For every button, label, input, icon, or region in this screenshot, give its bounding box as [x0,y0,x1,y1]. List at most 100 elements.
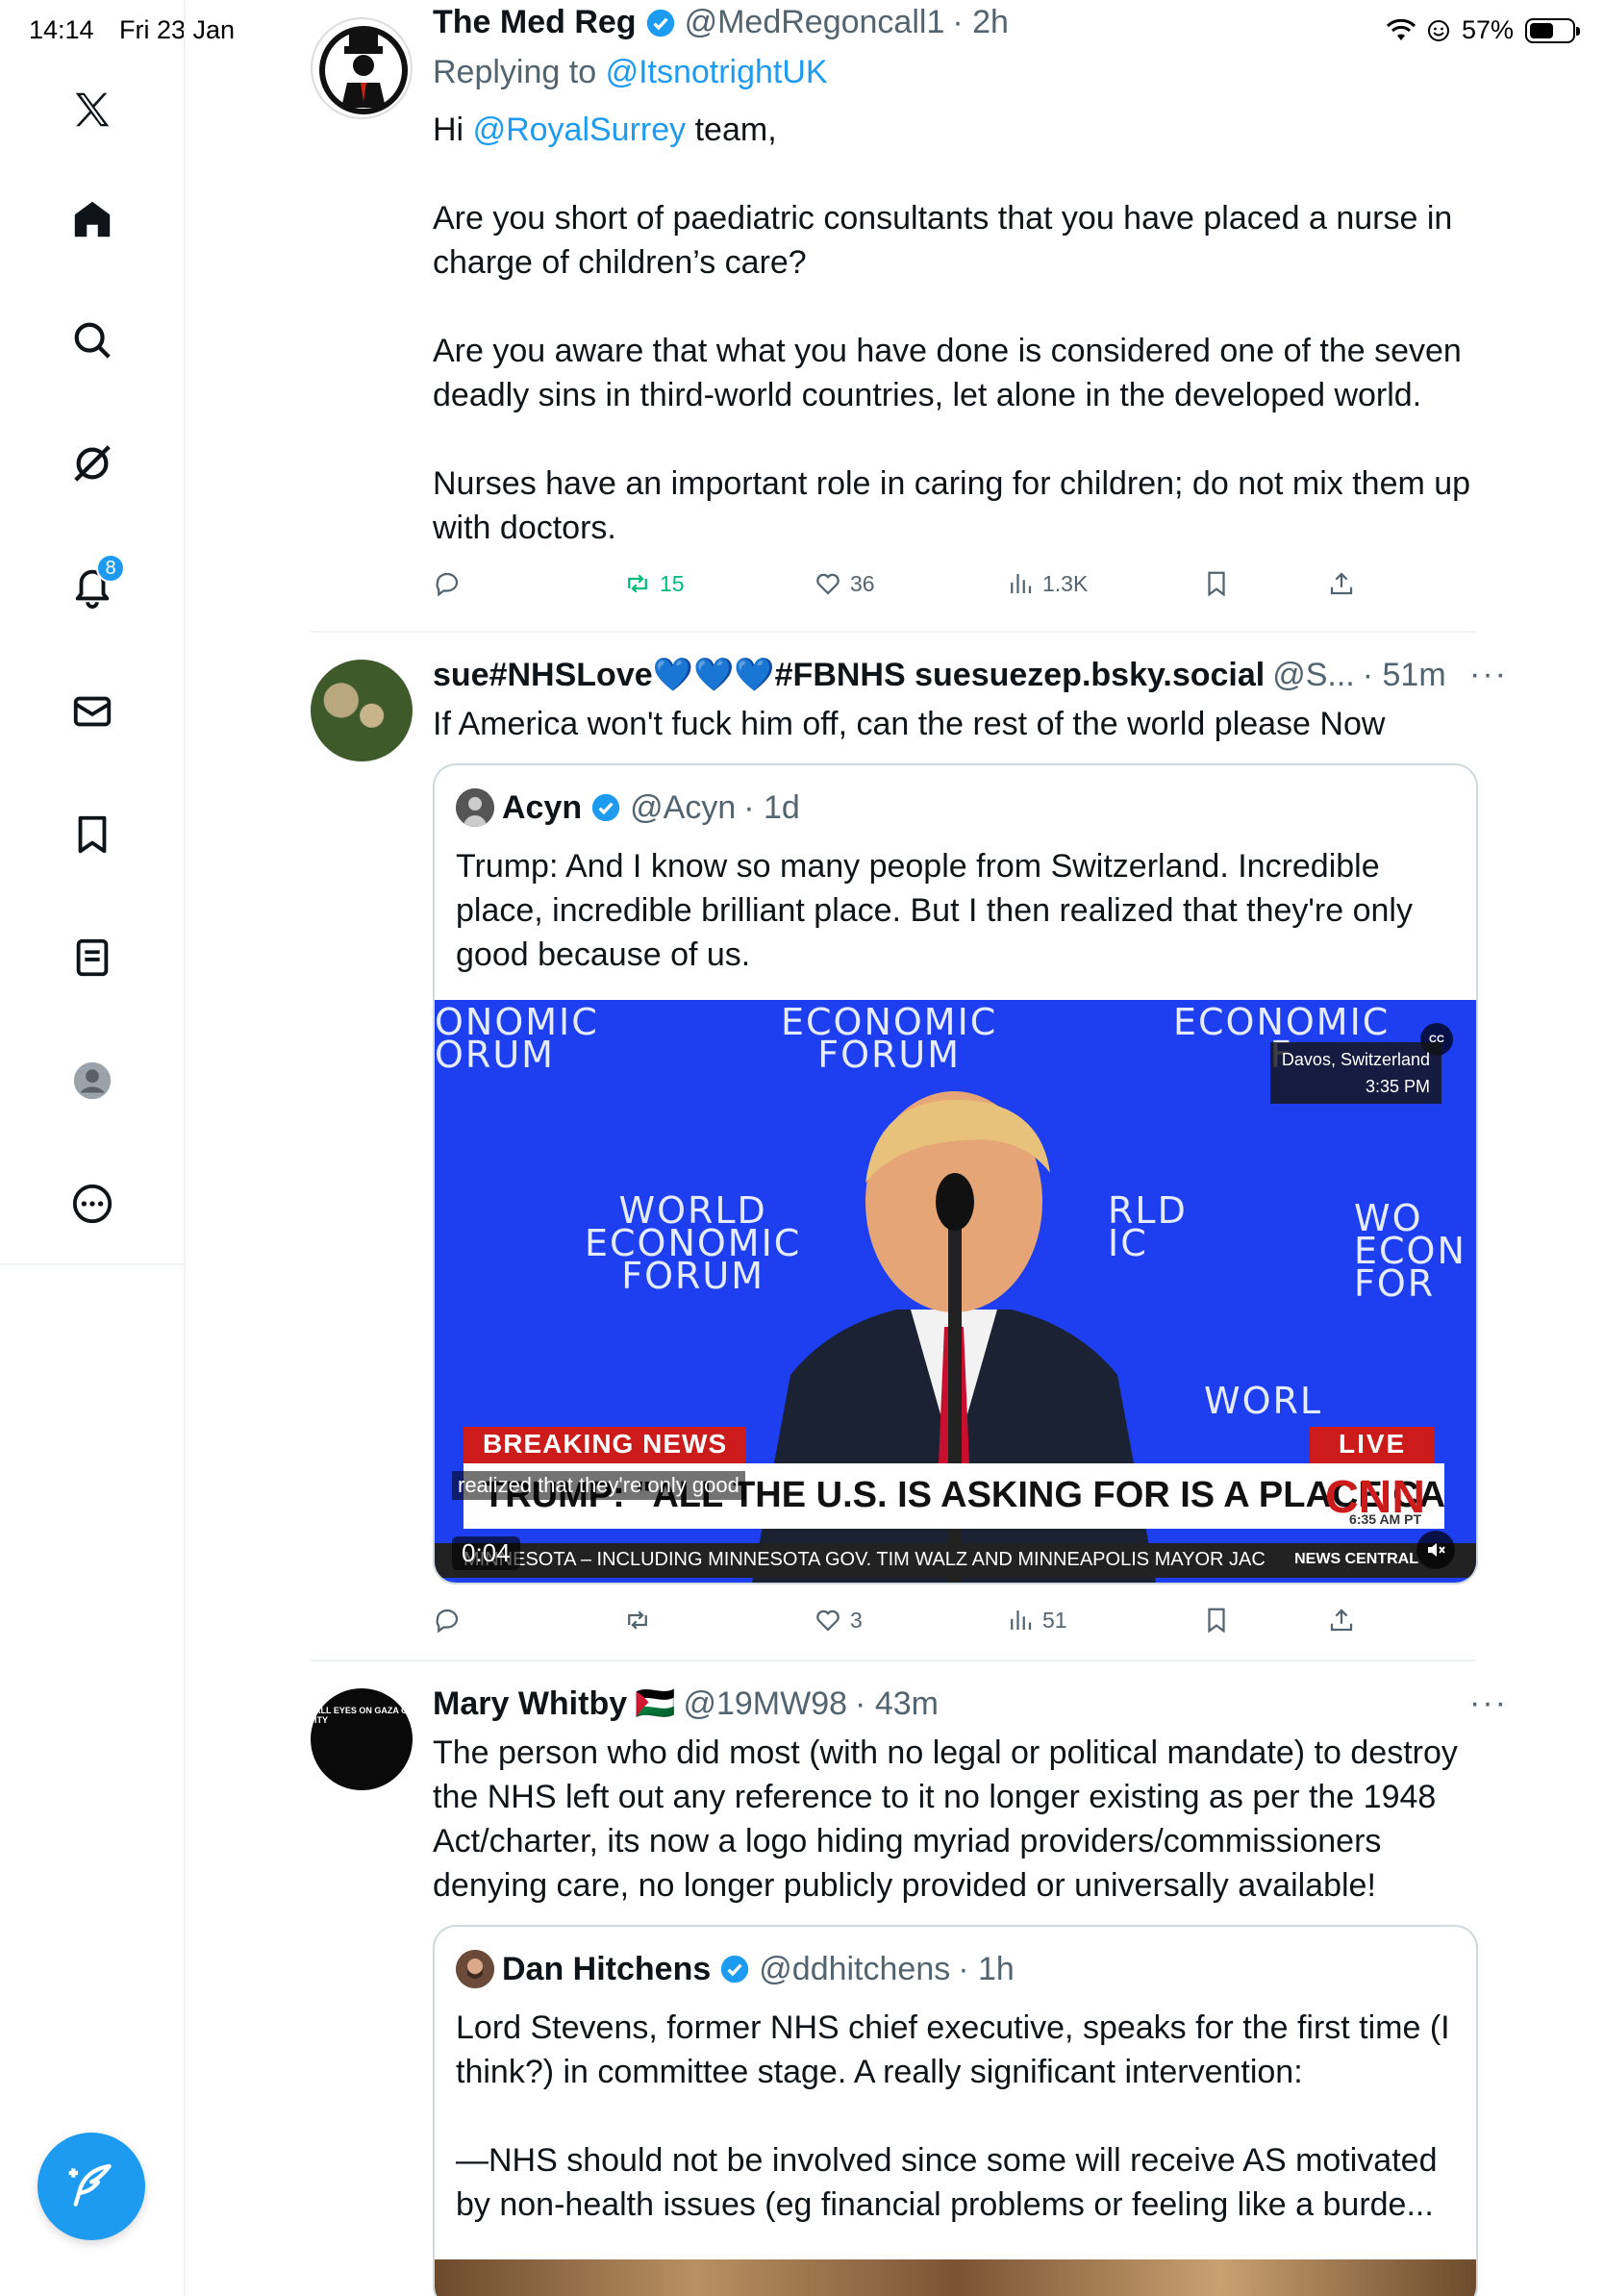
video-duration: 0:04 [452,1536,520,1570]
reply-button[interactable] [433,569,462,598]
avatar-sue[interactable] [311,660,413,761]
views-button[interactable]: 51 [1006,1606,1067,1635]
bookmark-icon[interactable] [54,796,131,873]
ticker-text: MINNESOTA – INCLUDING MINNESOTA GOV. TIM… [464,1549,1266,1570]
like-button[interactable]: 3 [814,1606,863,1635]
author-handle[interactable]: @19MW98 [683,1685,847,1723]
timeline: The Med Reg @MedRegoncall1 · 2h Replying… [186,0,1604,2296]
video-backdrop-text: WO ECON FOR [1354,1197,1466,1305]
bookmark-icon [1208,1608,1225,1634]
reply-button[interactable] [433,1606,462,1635]
retweet-button[interactable]: 15 [623,569,685,598]
avatar-medreg[interactable] [311,17,413,119]
quote-time: · 1h [958,1950,1015,1987]
mention-link[interactable]: @RoyalSurrey [473,112,687,148]
tweet-time[interactable]: · 43m [855,1685,939,1723]
quoted-tweet[interactable]: Dan Hitchens @ddhitchens · 1h Lord Steve… [433,1925,1478,2296]
video-backdrop-text: WORL [1204,1380,1323,1422]
quote-text: Lord Stevens, former NHS chief executive… [456,2006,1456,2227]
retweet-count: 15 [660,570,685,596]
bookmark-button[interactable] [1202,1606,1231,1635]
more-options-button[interactable]: ··· [1469,1685,1508,1722]
quote-avatar [456,788,494,827]
share-button[interactable] [1327,569,1356,598]
video-player[interactable]: ONOMICORUM ECONOMICFORUM ECONOMICF WORLD… [435,1000,1476,1583]
greeting-post: team, [694,112,777,148]
tweet-2-header: sue#NHSLove💙💙💙#FBNHS suesuezep.bsky.soci… [433,656,1446,694]
views-chart-icon [1011,1610,1032,1630]
avatar-text: ALL EYES ON GAZA CITY [314,1706,408,1725]
grok-icon[interactable] [54,425,131,502]
verified-badge-icon [591,793,620,822]
replying-to-label: Replying to [433,54,597,90]
quote-paragraph-1: Lord Stevens, former NHS chief executive… [456,2009,1450,2090]
replying-to: Replying to @ItsnotrightUK [433,54,828,91]
like-count: 36 [850,570,875,596]
sidebar: 8 [0,0,186,1265]
home-icon[interactable] [54,181,131,258]
video-location-tag: Davos, Switzerland 3:35 PM [1269,1042,1441,1104]
author-handle[interactable]: @S... [1272,657,1355,694]
notification-badge: 8 [96,554,125,583]
tweet-3-text: The person who did most (with no legal o… [433,1734,1458,1904]
views-chart-icon [1011,574,1032,593]
author-name[interactable]: sue#NHSLove💙💙💙#FBNHS suesuezep.bsky.soci… [433,656,1265,694]
ticker-brand: NEWS CENTRAL [1294,1551,1418,1567]
quote-author-handle: @ddhitchens [759,1950,951,1987]
retweet-icon [628,1610,647,1630]
quote-author-name: Acyn [502,788,583,826]
share-button[interactable] [1327,1606,1356,1635]
replying-to-handle[interactable]: @ItsnotrightUK [606,54,828,90]
mail-icon[interactable] [54,673,131,750]
views-button[interactable]: 1.3K [1006,569,1088,598]
more-options-button[interactable]: ··· [1469,656,1508,693]
tweet-2-actions: 3 51 [433,1596,1548,1644]
news-ticker: MINNESOTA – INCLUDING MINNESOTA GOV. TIM… [435,1543,1476,1578]
paragraph-3: Nurses have an important role in caring … [433,465,1471,546]
mute-button[interactable] [1416,1531,1455,1569]
retweet-button[interactable] [623,1606,652,1635]
x-logo-icon[interactable] [54,71,131,148]
location-text: Davos, Switzerland [1281,1050,1430,1069]
tweet-time[interactable]: · 2h [952,4,1009,41]
bookmark-button[interactable] [1202,569,1231,598]
quote-avatar [456,1950,494,1988]
author-name[interactable]: Mary Whitby [433,1685,627,1723]
palestine-flag-icon: 🇵🇸 [635,1685,676,1722]
video-backdrop-text: ONOMIC ORUM [435,1001,599,1076]
compose-button[interactable] [38,2133,145,2240]
breaking-news-banner: BREAKING NEWS [464,1427,747,1463]
author-name[interactable]: The Med Reg [433,4,637,41]
share-icon [1330,572,1353,595]
tweet-2-text: If America won't fuck him off, can the r… [433,706,1386,742]
tweet-time[interactable]: · 51m [1363,657,1446,694]
profile-icon[interactable] [54,1042,131,1119]
quote-header: Acyn @Acyn · 1d [456,788,800,827]
views-count: 1.3K [1042,570,1089,596]
tweet-1-text: Hi @RoyalSurrey team, Are you short of p… [433,108,1510,550]
quote-paragraph-2: —NHS should not be involved since some w… [456,2142,1438,2223]
tweet-1-header: The Med Reg @MedRegoncall1 · 2h [433,4,1009,41]
reply-icon [436,1609,459,1634]
tweet-divider [311,631,1476,633]
quote-media-image[interactable] [435,2259,1476,2296]
notifications-item[interactable]: 8 [54,548,131,625]
retweet-icon [628,574,647,593]
author-handle[interactable]: @MedRegoncall1 [685,4,945,41]
tweet-divider [311,1660,1476,1661]
clock-text: 3:35 PM [1365,1077,1430,1096]
paragraph-2: Are you aware that what you have done is… [433,333,1462,413]
more-circle-icon[interactable] [54,1165,131,1242]
quoted-tweet[interactable]: Acyn @Acyn · 1d Trump: And I know so man… [433,763,1478,1585]
live-banner: LIVE [1310,1427,1436,1463]
heart-icon [816,1610,840,1632]
reply-icon [436,572,459,597]
avatar-mary[interactable]: ALL EYES ON GAZA CITY [311,1688,413,1790]
list-icon[interactable] [54,919,131,996]
quote-author-handle: @Acyn [630,788,737,826]
network-time: 6:35 AM PT [1349,1511,1421,1527]
search-icon[interactable] [54,302,131,379]
quote-author-name: Dan Hitchens [502,1950,712,1987]
like-button[interactable]: 36 [814,569,875,598]
speaker-muted-icon [1428,1543,1445,1557]
